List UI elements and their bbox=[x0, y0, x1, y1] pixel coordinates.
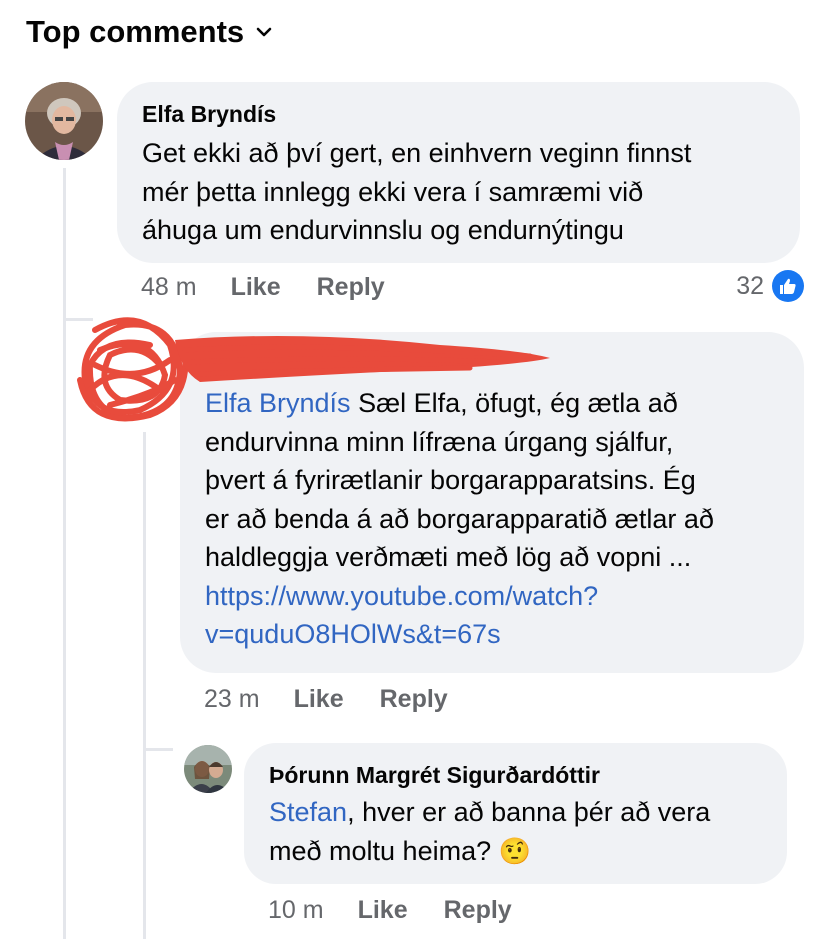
comment-text: , hver er að banna þér að vera bbox=[347, 797, 711, 827]
url-link[interactable]: https://www.youtube.com/watch? bbox=[205, 577, 804, 616]
like-button[interactable]: Like bbox=[294, 685, 344, 714]
sort-label: Top comments bbox=[26, 14, 245, 49]
raised-eyebrow-emoji-icon: 🤨 bbox=[498, 835, 531, 866]
comment-text-line: með moltu heima? 🤨 bbox=[269, 832, 787, 871]
reaction-count: 32 bbox=[736, 271, 764, 300]
comment-text-line: áhuga um endurvinnslu og endurnýtingu bbox=[142, 215, 624, 245]
comment-actions: 23 m Like Reply bbox=[204, 685, 484, 714]
redaction-scribble bbox=[77, 317, 550, 422]
comment-author[interactable]: Elfa Bryndís bbox=[142, 101, 800, 128]
reply-button[interactable]: Reply bbox=[444, 896, 512, 925]
thread-connector bbox=[143, 748, 173, 751]
thread-line bbox=[143, 432, 146, 939]
comment-text-line: Get ekki að því gert, en einhvern veginn… bbox=[142, 138, 692, 168]
url-link[interactable]: v=quduO8HOlWs&t=67s bbox=[205, 615, 804, 654]
mention-link[interactable]: Stefan bbox=[269, 797, 347, 827]
avatar[interactable] bbox=[184, 745, 232, 793]
comment-timestamp[interactable]: 23 m bbox=[204, 685, 260, 714]
like-reaction-icon bbox=[772, 270, 804, 302]
avatar[interactable] bbox=[25, 82, 103, 160]
comment-timestamp[interactable]: 10 m bbox=[268, 896, 324, 925]
reaction-summary[interactable]: 32 bbox=[736, 270, 804, 302]
comment-text-line: Stefan, hver er að banna þér að vera bbox=[269, 793, 787, 832]
comment-text-line: þvert á fyrirætlanir borgarapparatsins. … bbox=[205, 465, 696, 495]
comment-text-line: mér þetta innlegg ekki vera í samræmi vi… bbox=[142, 176, 644, 207]
like-button[interactable]: Like bbox=[358, 896, 408, 925]
comment-bubble: Elfa Bryndís Get ekki að því gert, en ei… bbox=[117, 82, 800, 263]
comment-text-line: er að benda á að borgarapparatið ætlar a… bbox=[205, 503, 714, 534]
comment-bubble: Þórunn Margrét Sigurðardóttir Stefan, hv… bbox=[244, 743, 787, 884]
comment-author[interactable]: Þórunn Margrét Sigurðardóttir bbox=[269, 762, 787, 789]
reply-button[interactable]: Reply bbox=[380, 685, 448, 714]
chevron-down-icon bbox=[256, 27, 272, 37]
comment-actions: 10 m Like Reply bbox=[268, 896, 548, 925]
comment-text: með moltu heima? bbox=[269, 835, 499, 866]
top-comments-sort-button[interactable]: Top comments bbox=[26, 14, 274, 50]
comment-text-line: haldleggja verðmæti með lög að vopni ... bbox=[205, 542, 692, 572]
thread-line bbox=[63, 168, 66, 939]
